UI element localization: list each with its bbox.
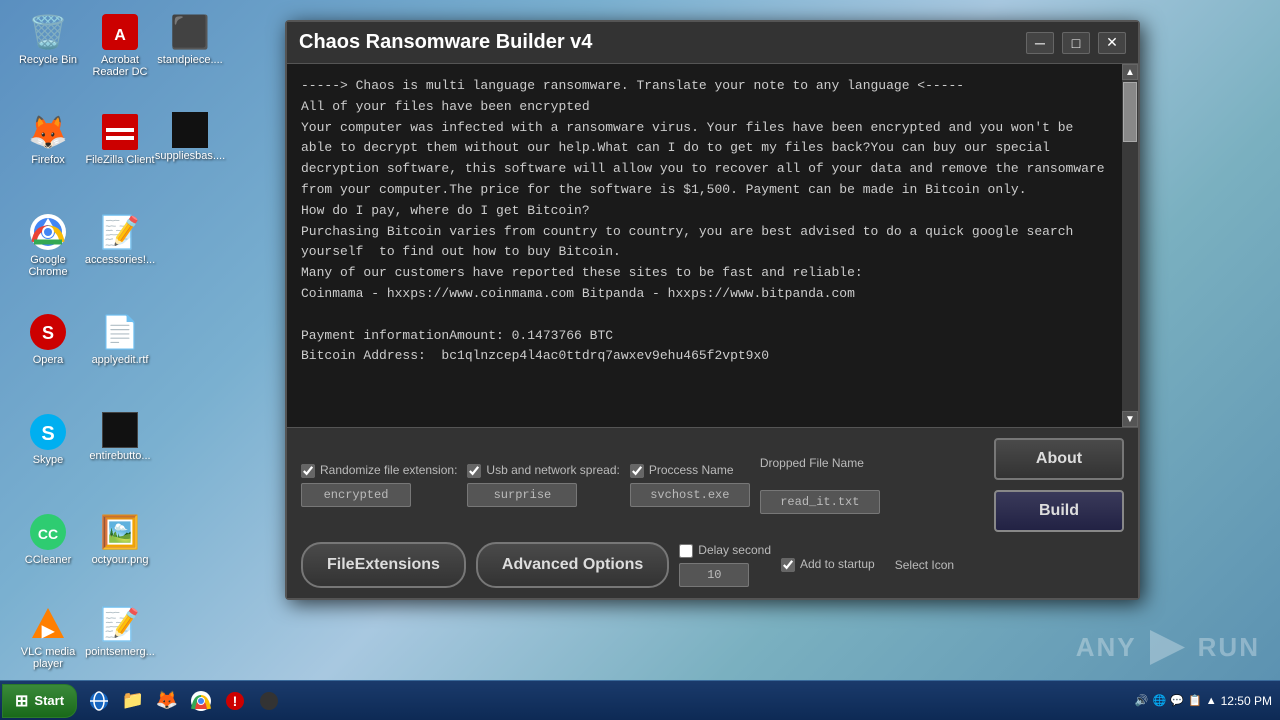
select-icon-label: Select Icon [895, 558, 954, 572]
add-startup-checkbox[interactable] [781, 558, 795, 572]
taskbar-ie-icon[interactable] [85, 687, 113, 715]
filezilla-icon[interactable]: FileZilla Client [80, 108, 160, 170]
file-extensions-button[interactable]: FileExtensions [301, 542, 466, 588]
taskbar-icons: 📁 🦊 ! [85, 687, 283, 715]
acrobat-icon[interactable]: A AcrobatReader DC [80, 8, 160, 82]
anyrun-watermark: ANY RUN [1076, 625, 1260, 670]
controls-row1: Randomize file extension: Usb and networ… [301, 438, 1124, 532]
randomize-ext-checkbox[interactable] [301, 464, 315, 478]
accessories-icon[interactable]: 📝 accessories!... [80, 208, 160, 270]
process-name-checkbox[interactable] [630, 464, 644, 478]
window-controls: ─ □ ✕ [1026, 32, 1126, 54]
vlc-icon[interactable]: ▶ VLC mediaplayer [8, 600, 88, 674]
delay-second-checkbox-item: Delay second [679, 543, 771, 559]
svg-text:!: ! [233, 693, 238, 709]
usb-spread-checkbox-item: Usb and network spread: [467, 463, 619, 479]
randomize-ext-input[interactable] [301, 483, 411, 507]
opera-icon[interactable]: S Opera [8, 308, 88, 370]
svg-text:CC: CC [38, 526, 58, 542]
select-icon-area: Select Icon [885, 558, 964, 572]
svg-text:S: S [41, 423, 54, 445]
minimize-button[interactable]: ─ [1026, 32, 1054, 54]
build-button[interactable]: Build [994, 490, 1124, 532]
google-chrome-icon[interactable]: GoogleChrome [8, 208, 88, 282]
right-buttons: About Build [994, 438, 1124, 532]
firefox-icon[interactable]: 🦊 Firefox [8, 108, 88, 170]
randomize-ext-group: Randomize file extension: [301, 463, 457, 507]
text-scroll-area: -----> Chaos is multi language ransomwar… [287, 64, 1138, 427]
entirebutto-icon[interactable]: entirebutto... [80, 408, 160, 466]
taskbar-right: 🔊 🌐 💬 📋 ▲ 12:50 PM [1135, 694, 1280, 708]
dropped-file-group: Dropped File Name [760, 456, 880, 514]
bottom-controls: Randomize file extension: Usb and networ… [287, 427, 1138, 598]
ccleaner-icon[interactable]: CC CCleaner [8, 508, 88, 570]
pointsemerg-icon[interactable]: 📝 pointsemerg... [80, 600, 160, 662]
scroll-down-arrow[interactable]: ▼ [1122, 411, 1138, 427]
scrollbar[interactable]: ▲ ▼ [1122, 64, 1138, 427]
suppliesbas-icon[interactable]: suppliesbas.... [150, 108, 230, 166]
usb-spread-checkbox[interactable] [467, 464, 481, 478]
scroll-thumb[interactable] [1123, 82, 1137, 142]
add-startup-group: Add to startup [781, 557, 875, 573]
scroll-up-arrow[interactable]: ▲ [1122, 64, 1138, 80]
window-titlebar: Chaos Ransomware Builder v4 ─ □ ✕ [287, 22, 1138, 64]
ransomware-window: Chaos Ransomware Builder v4 ─ □ ✕ ----->… [285, 20, 1140, 600]
svg-text:A: A [114, 27, 126, 44]
usb-spread-input[interactable] [467, 483, 577, 507]
window-title: Chaos Ransomware Builder v4 [299, 31, 592, 54]
svg-text:▶: ▶ [41, 623, 55, 640]
about-button[interactable]: About [994, 438, 1124, 480]
taskbar: ⊞ Start 📁 🦊 ! 🔊 🌐 💬 📋 [0, 680, 1280, 720]
taskbar-chrome-icon[interactable] [187, 687, 215, 715]
skype-icon[interactable]: S Skype [8, 408, 88, 470]
applyedit-icon[interactable]: 📄 applyedit.rtf [80, 308, 160, 370]
dropped-file-input[interactable] [760, 490, 880, 514]
taskbar-folder-icon[interactable]: 📁 [119, 687, 147, 715]
controls-row2: FileExtensions Advanced Options Delay se… [301, 542, 1124, 588]
standpiece-icon[interactable]: ⬛ standpiece.... [150, 8, 230, 70]
process-name-checkbox-item: Proccess Name [630, 463, 750, 479]
delay-second-input[interactable] [679, 563, 749, 587]
delay-second-checkbox[interactable] [679, 544, 693, 558]
windows-icon: ⊞ [15, 691, 28, 711]
recycle-bin-icon[interactable]: 🗑️ Recycle Bin [8, 8, 88, 70]
advanced-options-button[interactable]: Advanced Options [476, 542, 669, 588]
taskbar-firefox-icon[interactable]: 🦊 [153, 687, 181, 715]
maximize-button[interactable]: □ [1062, 32, 1090, 54]
process-name-group: Proccess Name [630, 463, 750, 507]
delay-second-group: Delay second [679, 543, 771, 587]
svg-text:S: S [42, 323, 54, 343]
octyour-icon[interactable]: 🖼️ octyour.png [80, 508, 160, 570]
taskbar-time: 12:50 PM [1221, 694, 1272, 708]
ransom-text-content[interactable]: -----> Chaos is multi language ransomwar… [287, 64, 1122, 427]
start-button[interactable]: ⊞ Start [2, 684, 77, 718]
usb-spread-group: Usb and network spread: [467, 463, 619, 507]
process-name-input[interactable] [630, 483, 750, 507]
close-button[interactable]: ✕ [1098, 32, 1126, 54]
taskbar-circle-icon[interactable] [255, 687, 283, 715]
randomize-ext-checkbox-item: Randomize file extension: [301, 463, 457, 479]
taskbar-stop-icon[interactable]: ! [221, 687, 249, 715]
add-startup-checkbox-item: Add to startup [781, 557, 875, 573]
